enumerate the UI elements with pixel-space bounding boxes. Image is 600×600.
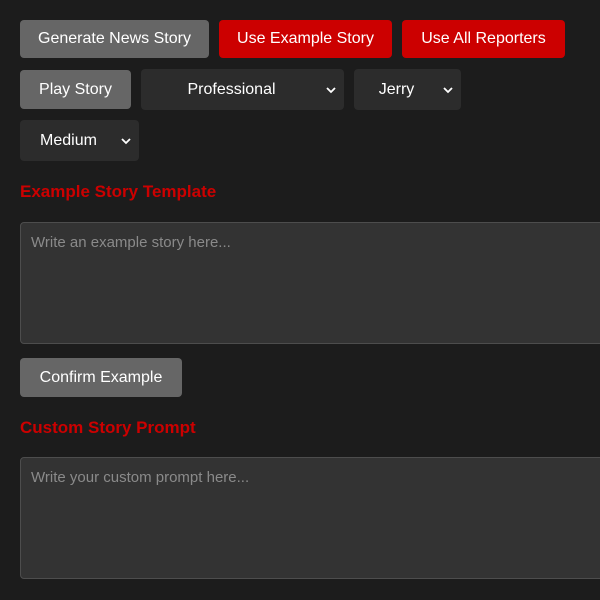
use-example-story-button[interactable]: Use Example Story (219, 20, 392, 58)
custom-prompt-heading: Custom Story Prompt (20, 418, 196, 437)
generate-news-story-button[interactable]: Generate News Story (20, 20, 209, 58)
chevron-down-icon (121, 137, 131, 144)
example-story-heading: Example Story Template (20, 182, 217, 201)
story-generator-page: Generate News Story Use Example Story Us… (0, 0, 600, 600)
play-story-button[interactable]: Play Story (20, 70, 131, 109)
style-select-value: Professional (187, 80, 276, 98)
use-all-reporters-button[interactable]: Use All Reporters (402, 20, 565, 58)
confirm-example-button[interactable]: Confirm Example (20, 358, 182, 397)
chevron-down-icon (443, 86, 453, 93)
reporter-select[interactable]: Jerry (354, 69, 461, 110)
length-select-value: Medium (40, 131, 97, 149)
example-story-input[interactable] (20, 222, 600, 344)
reporter-select-value: Jerry (378, 80, 415, 98)
chevron-down-icon (326, 86, 336, 93)
custom-prompt-input[interactable] (20, 457, 600, 579)
style-select[interactable]: Professional (141, 69, 344, 110)
length-select[interactable]: Medium (20, 120, 139, 161)
